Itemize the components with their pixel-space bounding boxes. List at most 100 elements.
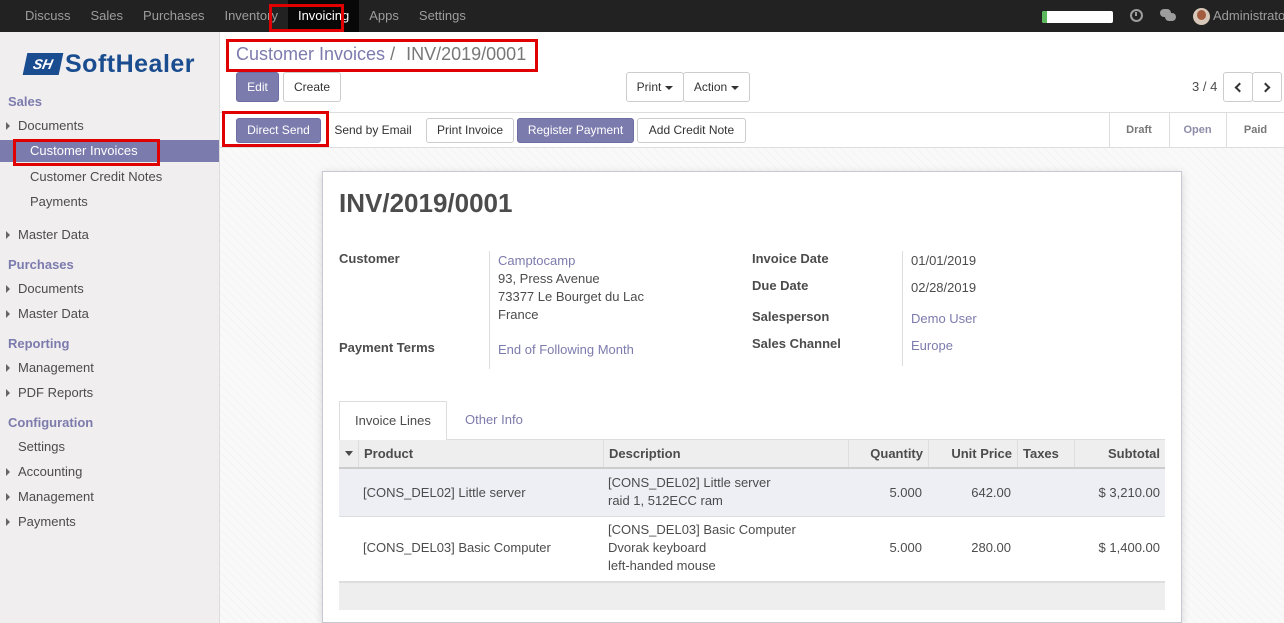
sidebar-item-settings[interactable]: Settings — [18, 439, 65, 454]
chevron-right-icon — [6, 364, 10, 372]
cell-description-line: Dvorak keyboard — [608, 540, 707, 555]
invoice-date-label: Invoice Date — [752, 251, 829, 266]
chevron-right-icon — [6, 122, 10, 130]
register-payment-button[interactable]: Register Payment — [517, 118, 634, 143]
sidebar-item-accounting[interactable]: Accounting — [18, 464, 82, 479]
sidebar-item-reporting-management[interactable]: Management — [18, 360, 94, 375]
cell-unit-price: 642.00 — [971, 485, 1011, 500]
chevron-right-icon — [1260, 82, 1271, 93]
payment-terms-link[interactable]: End of Following Month — [498, 342, 634, 357]
chevron-right-icon — [6, 310, 10, 318]
column-description[interactable]: Description — [603, 440, 848, 467]
menu-settings[interactable]: Settings — [409, 0, 476, 32]
cell-product: [CONS_DEL03] Basic Computer — [363, 540, 551, 555]
column-taxes[interactable]: Taxes — [1017, 440, 1074, 467]
sidebar-item-payments[interactable]: Payments — [30, 194, 88, 209]
cell-description-line: [CONS_DEL02] Little server — [608, 475, 771, 490]
customer-label: Customer — [339, 251, 400, 266]
salesperson-label: Salesperson — [752, 309, 830, 324]
caret-down-icon — [665, 85, 674, 90]
sidebar-item-config-management[interactable]: Management — [18, 489, 94, 504]
column-subtotal[interactable]: Subtotal — [1074, 440, 1165, 467]
invoice-date-value: 01/01/2019 — [911, 253, 977, 268]
action-label: Action — [693, 80, 728, 94]
logo-text: SoftHealer — [65, 49, 196, 78]
sales-channel-label: Sales Channel — [752, 336, 841, 351]
highlight-direct-send — [222, 111, 329, 147]
customer-address-line: 93, Press Avenue — [498, 271, 600, 286]
cell-product: [CONS_DEL02] Little server — [363, 485, 526, 500]
onboarding-progress-bar[interactable] — [1042, 11, 1113, 23]
user-menu-name[interactable]: Administrator — [1213, 0, 1284, 32]
invoice-statusbar: Direct Send Send by Email Print Invoice … — [220, 112, 1284, 148]
due-date-value: 02/28/2019 — [911, 280, 977, 295]
section-purchases: Purchases — [8, 257, 74, 272]
sidebar-item-pdf-reports[interactable]: PDF Reports — [18, 385, 93, 400]
messages-chat-icon[interactable] — [1160, 9, 1176, 22]
main-menu: Discuss Sales Purchases Inventory Invoic… — [0, 0, 476, 32]
cell-quantity: 5.000 — [889, 485, 922, 500]
menu-apps[interactable]: Apps — [359, 0, 409, 32]
add-credit-note-button[interactable]: Add Credit Note — [637, 118, 746, 143]
stage-paid[interactable]: Paid — [1227, 113, 1284, 147]
sidebar-item-sales-documents[interactable]: Documents — [18, 118, 84, 133]
print-dropdown-button[interactable]: Print — [626, 72, 684, 102]
sidebar: SH SoftHealer Sales Documents Customer I… — [0, 32, 220, 623]
chevron-right-icon — [6, 468, 10, 476]
top-navbar: Discuss Sales Purchases Inventory Invoic… — [0, 0, 1284, 32]
column-quantity[interactable]: Quantity — [848, 440, 928, 467]
pager-value[interactable]: 3 / 4 — [1192, 79, 1217, 94]
caret-down-icon[interactable] — [345, 451, 353, 456]
sidebar-item-customer-credit-notes[interactable]: Customer Credit Notes — [30, 169, 162, 184]
sidebar-item-sales-master-data[interactable]: Master Data — [18, 227, 89, 242]
table-row[interactable]: [CONS_DEL03] Basic Computer [CONS_DEL03]… — [339, 517, 1165, 582]
pager-next-button[interactable] — [1252, 72, 1282, 102]
section-reporting: Reporting — [8, 336, 70, 351]
tab-invoice-lines[interactable]: Invoice Lines — [339, 401, 447, 441]
create-button[interactable]: Create — [283, 72, 341, 102]
invoice-lines-header: Product Description Quantity Unit Price … — [339, 440, 1165, 469]
action-dropdown-button[interactable]: Action — [683, 72, 750, 102]
table-row[interactable]: [CONS_DEL02] Little server [CONS_DEL02] … — [339, 469, 1165, 517]
chevron-right-icon — [6, 285, 10, 293]
chevron-left-icon — [1234, 82, 1245, 93]
company-logo[interactable]: SH SoftHealer — [22, 49, 196, 78]
cell-quantity: 5.000 — [889, 540, 922, 555]
column-product[interactable]: Product — [358, 440, 603, 467]
logo-mark: SH — [22, 53, 64, 75]
cell-unit-price: 280.00 — [971, 540, 1011, 555]
payment-terms-label: Payment Terms — [339, 340, 435, 355]
due-date-label: Due Date — [752, 278, 809, 293]
menu-discuss[interactable]: Discuss — [0, 0, 81, 32]
customer-address-line: France — [498, 307, 539, 322]
print-label: Print — [636, 80, 662, 94]
send-by-email-button[interactable]: Send by Email — [325, 118, 421, 143]
sidebar-item-purchase-documents[interactable]: Documents — [18, 281, 84, 296]
column-unit-price[interactable]: Unit Price — [928, 440, 1017, 467]
sales-channel-link[interactable]: Europe — [911, 338, 953, 353]
sidebar-item-purchase-master-data[interactable]: Master Data — [18, 306, 89, 321]
user-avatar[interactable] — [1193, 8, 1210, 25]
salesperson-link[interactable]: Demo User — [911, 311, 977, 326]
invoice-number-title: INV/2019/0001 — [339, 188, 513, 218]
cell-description-line: raid 1, 512ECC ram — [608, 493, 723, 508]
chevron-right-icon — [6, 389, 10, 397]
highlight-breadcrumb — [226, 39, 538, 72]
customer-name-link[interactable]: Camptocamp — [498, 253, 575, 268]
tab-other-info[interactable]: Other Info — [450, 401, 538, 441]
caret-down-icon — [731, 85, 740, 90]
chevron-right-icon — [6, 493, 10, 501]
invoice-lines-footer — [339, 582, 1165, 610]
stage-draft[interactable]: Draft — [1110, 113, 1168, 147]
edit-button[interactable]: Edit — [236, 72, 279, 102]
activity-clock-icon[interactable] — [1130, 9, 1143, 22]
print-invoice-button[interactable]: Print Invoice — [426, 118, 514, 143]
menu-purchases[interactable]: Purchases — [133, 0, 214, 32]
cell-description-line: left-handed mouse — [608, 558, 716, 573]
sidebar-item-config-payments[interactable]: Payments — [18, 514, 76, 529]
stage-open[interactable]: Open — [1170, 113, 1225, 147]
pager-previous-button[interactable] — [1223, 72, 1253, 102]
section-sales: Sales — [8, 94, 42, 109]
section-configuration: Configuration — [8, 415, 94, 430]
menu-sales[interactable]: Sales — [81, 0, 134, 32]
